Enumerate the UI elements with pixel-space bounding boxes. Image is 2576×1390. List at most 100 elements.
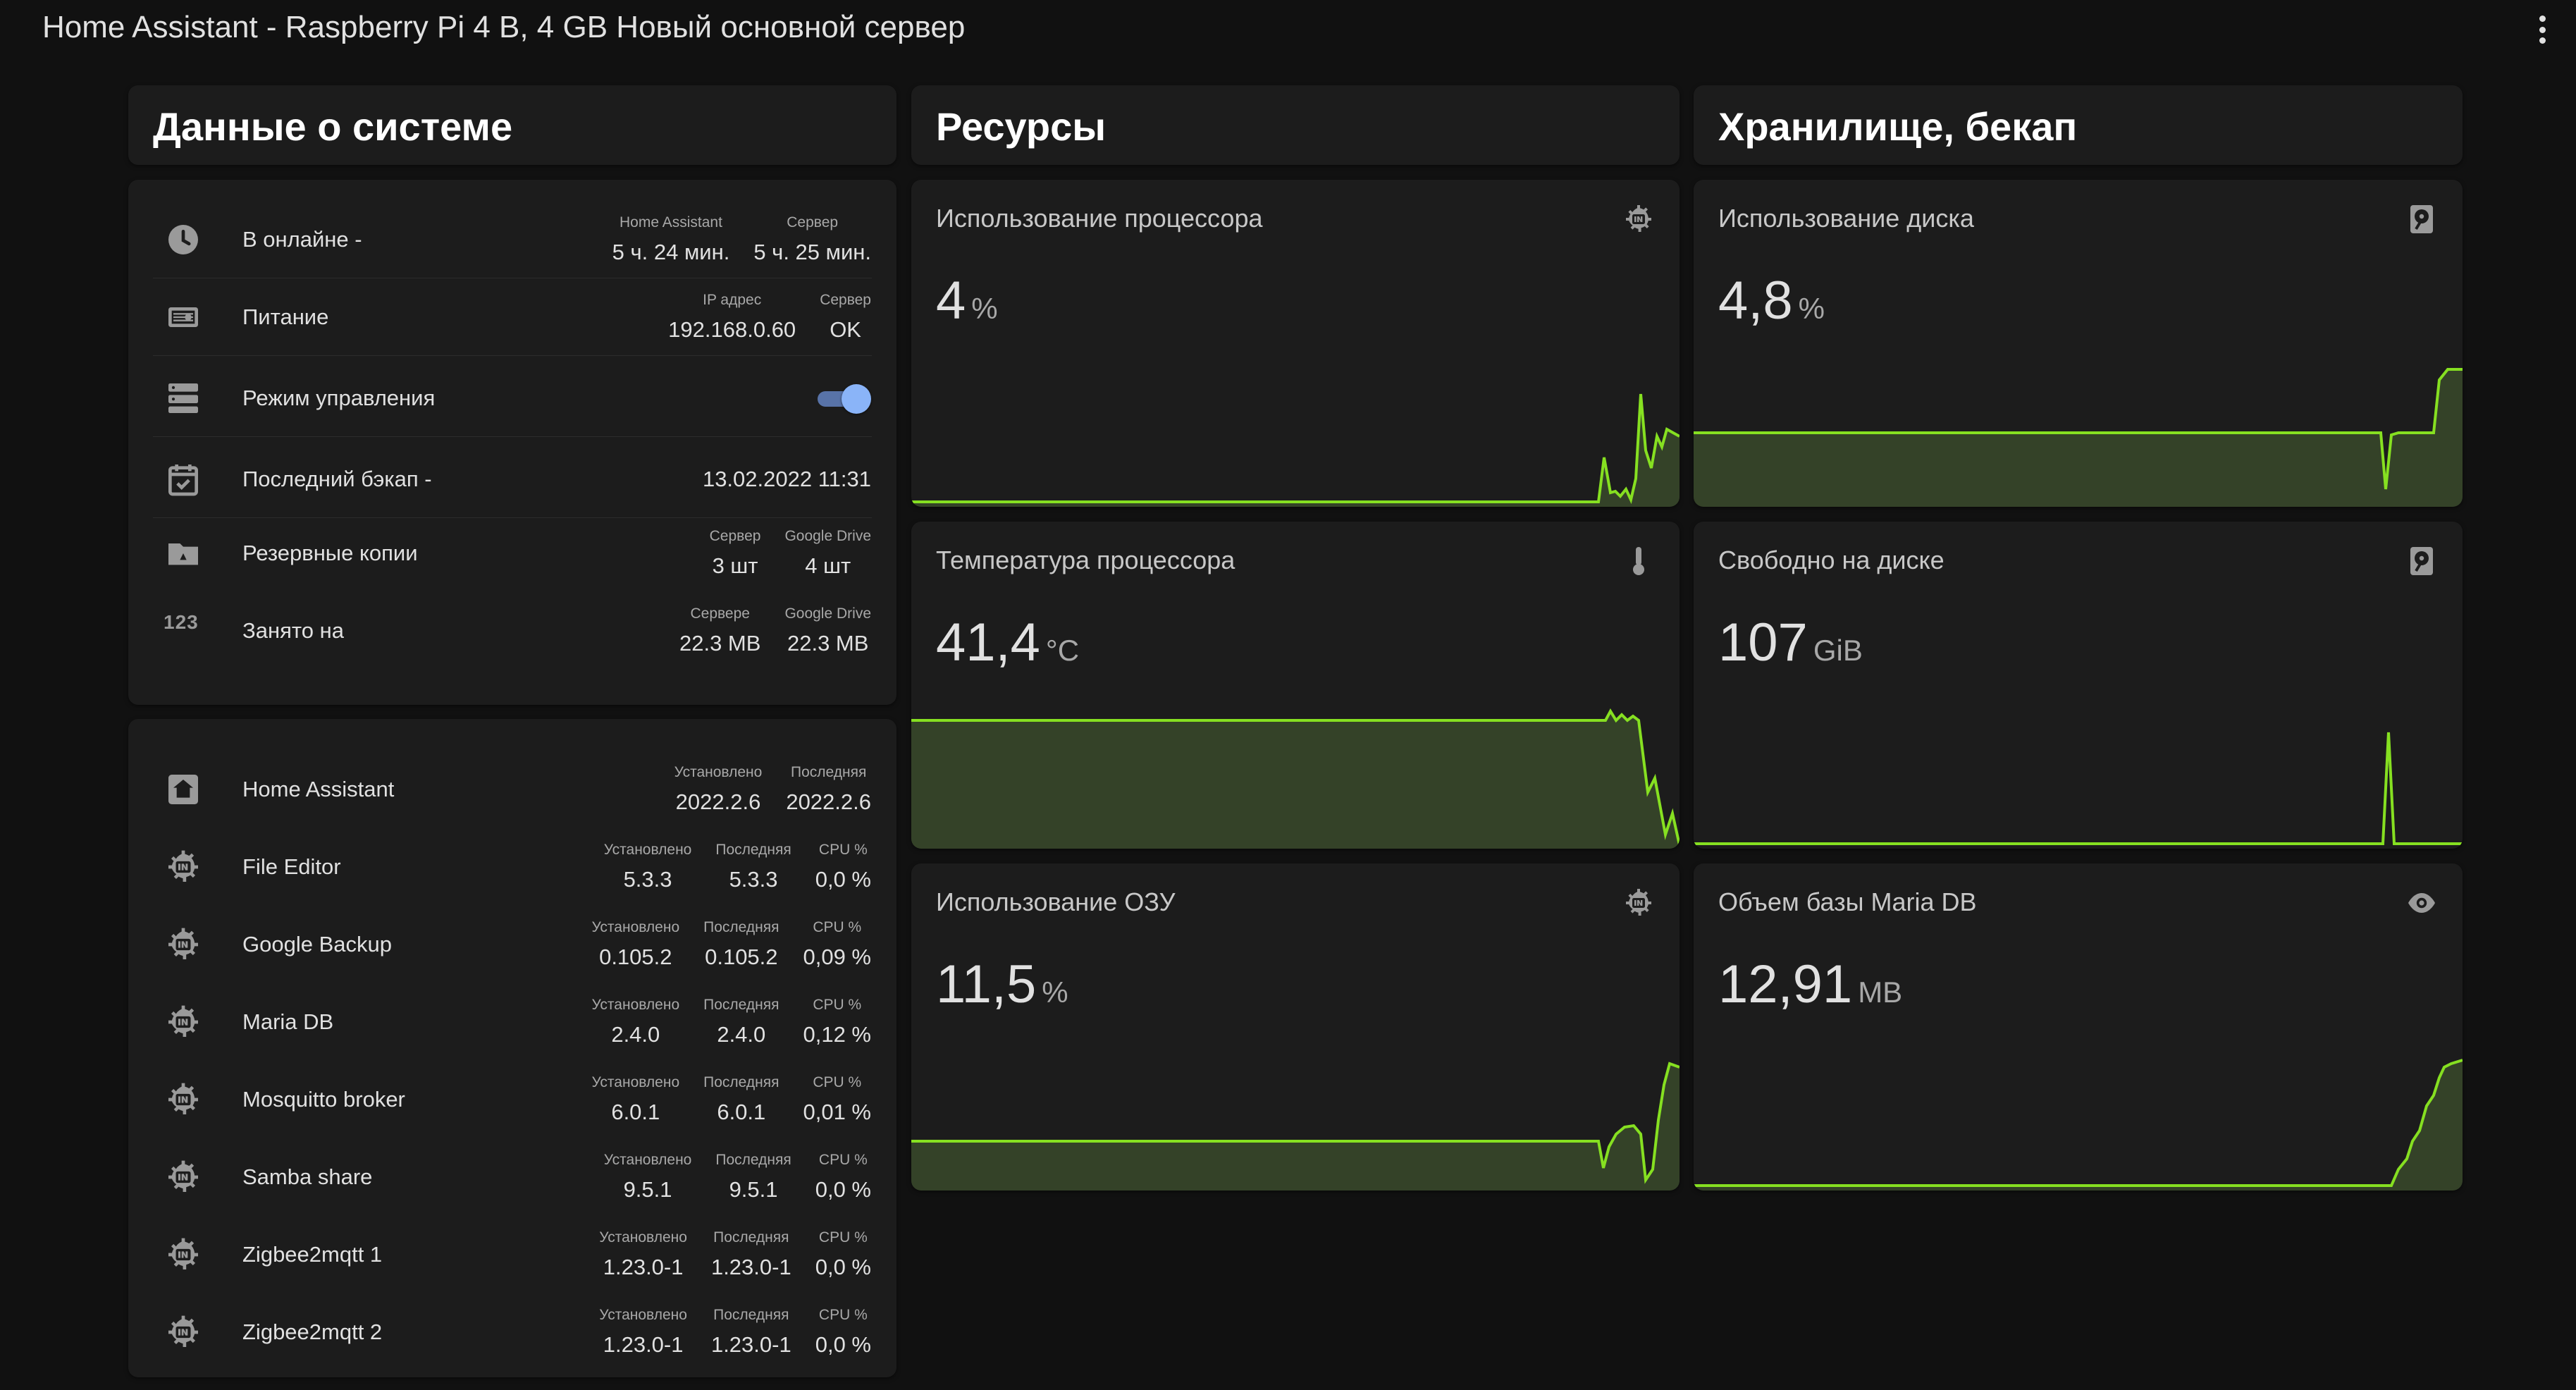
cpu-usage-card[interactable]: Использование процессора 4%: [911, 180, 1680, 507]
thermometer-icon: [1622, 544, 1656, 578]
addon-row[interactable]: Home Assistant Установлено 2022.2.6 После…: [128, 751, 896, 828]
addon-cpu-value: 0,0 %: [815, 1177, 871, 1202]
clock-icon: [164, 220, 203, 259]
addon-row[interactable]: Mosquitto broker Установлено 6.0.1 Послед…: [128, 1061, 896, 1138]
disk-usage-name: Использование диска: [1718, 204, 1974, 233]
addon-installed-header: Установлено: [599, 1307, 687, 1323]
addon-row[interactable]: Samba share Установлено 9.5.1 Последняя 9.…: [128, 1138, 896, 1216]
addon-cpu-header: CPU %: [818, 1152, 868, 1168]
addon-installed-value: 1.23.0-1: [603, 1332, 684, 1357]
folder-drive-icon: [164, 534, 203, 573]
addon-latest-header: Последняя: [703, 1074, 779, 1090]
addon-row[interactable]: Zigbee2mqtt 2 Установлено 1.23.0-1 Послед…: [128, 1293, 896, 1371]
cpu-usage-unit: %: [971, 292, 998, 325]
addon-chip-icon: [164, 1002, 203, 1042]
free-disk-card[interactable]: Свободно на диске 107 GiB: [1694, 522, 2463, 849]
mariadb-size-value: 12,91: [1718, 954, 1853, 1014]
free-disk-value: 107: [1718, 613, 1808, 672]
system-title-card: Данные о системе: [128, 85, 896, 165]
control-mode-label: Режим управления: [242, 386, 436, 410]
last-backup-row[interactable]: Последний бэкап - 13.02.2022 11:31: [128, 441, 896, 518]
power-supply-icon: [164, 297, 203, 337]
system-info-card: В онлайне - Home Assistant 5 ч. 24 мин. С…: [128, 180, 896, 705]
free-disk-name: Свободно на диске: [1718, 546, 1945, 574]
addon-row[interactable]: Zigbee2mqtt 1 Установлено 1.23.0-1 Послед…: [128, 1216, 896, 1293]
addon-cpu-header: CPU %: [818, 1307, 868, 1323]
numeric-icon-text: 123: [164, 611, 199, 633]
mariadb-size-card[interactable]: Объем базы Maria DB 12,91 MB: [1694, 863, 2463, 1191]
resources-title-card: Ресурсы: [911, 85, 1680, 165]
addon-latest-header: Последняя: [715, 842, 791, 858]
addon-cpu-header: CPU %: [813, 1074, 862, 1090]
cpu-temp-card[interactable]: Температура процессора 41,4 °C: [911, 522, 1680, 849]
home-assistant-icon: [164, 770, 203, 809]
cpu-usage-graph: [911, 393, 1680, 507]
top-bar: Home Assistant - Raspberry Pi 4 B, 4 GB …: [0, 0, 2576, 58]
memory-icon: [1622, 886, 1656, 920]
backup-copies-row[interactable]: Резервные копии Сервер 3 шт Google Drive 4…: [128, 515, 896, 592]
addon-latest-value: 2.4.0: [717, 1022, 766, 1047]
addon-cpu-value: 0,12 %: [803, 1022, 871, 1047]
addon-cpu-value: 0,0 %: [815, 1332, 871, 1357]
used-server-value: 22.3 MB: [679, 631, 761, 656]
disk-usage-graph: [1694, 368, 2463, 507]
online-label: В онлайне -: [242, 227, 362, 252]
more-vert-icon[interactable]: [2537, 16, 2548, 44]
harddisk-icon: [2405, 202, 2439, 236]
copies-gdrive-value: 4 шт: [805, 553, 851, 578]
mariadb-size-unit: MB: [1858, 976, 1903, 1009]
power-row[interactable]: Питание IP адрес 192.168.0.60 Сервер OK: [128, 278, 896, 356]
addon-chip-icon: [164, 1080, 203, 1119]
harddisk-icon: [2405, 544, 2439, 578]
addon-row[interactable]: Maria DB Установлено 2.4.0 Последняя 2.4.0…: [128, 983, 896, 1061]
addon-latest-header: Последняя: [790, 764, 867, 780]
storage-title-card: Хранилище, бекап: [1694, 85, 2463, 165]
online-server-value: 5 ч. 25 мин.: [753, 240, 871, 264]
addon-row[interactable]: File Editor Установлено 5.3.3 Последняя 5.…: [128, 828, 896, 906]
free-disk-graph: [1694, 732, 2463, 845]
addon-latest-header: Последняя: [703, 919, 779, 935]
used-server-header: Сервере: [690, 605, 750, 622]
addon-name: Zigbee2mqtt 2: [242, 1320, 383, 1344]
addon-latest-value: 1.23.0-1: [710, 1332, 791, 1357]
mariadb-size-graph: [1694, 1059, 2463, 1191]
addon-cpu-header: CPU %: [818, 1229, 868, 1246]
cpu-chip-icon: [1622, 202, 1656, 236]
mariadb-size-name: Объем базы Maria DB: [1718, 887, 1977, 916]
addon-installed-value: 2022.2.6: [675, 789, 761, 814]
addon-latest-value: 2022.2.6: [786, 789, 871, 814]
ram-usage-unit: %: [1042, 976, 1068, 1009]
addon-chip-icon: [164, 847, 203, 887]
ram-usage-card[interactable]: Использование ОЗУ 11,5%: [911, 863, 1680, 1191]
addon-name: File Editor: [242, 854, 341, 879]
addon-latest-value: 6.0.1: [717, 1100, 766, 1124]
power-server-header: Сервер: [820, 292, 871, 308]
addon-installed-value: 2.4.0: [611, 1022, 660, 1047]
used-space-row[interactable]: 123 Занято на Сервере 22.3 MB Google Driv…: [128, 592, 896, 670]
online-row[interactable]: В онлайне - Home Assistant 5 ч. 24 мин. С…: [128, 201, 896, 278]
addon-chip-icon: [164, 1312, 203, 1352]
addon-installed-value: 0.105.2: [599, 945, 672, 969]
addon-installed-value: 6.0.1: [611, 1100, 660, 1124]
backup-copies-label: Резервные копии: [242, 541, 418, 565]
addon-name: Maria DB: [242, 1009, 334, 1034]
ip-header: IP адрес: [703, 292, 762, 308]
ram-usage-value: 11,5: [936, 954, 1037, 1014]
cpu-temp-unit: °C: [1045, 634, 1080, 667]
last-backup-label: Последний бэкап -: [242, 467, 432, 491]
eye-icon: [2405, 886, 2439, 920]
addon-name: Google Backup: [242, 932, 392, 957]
addon-latest-value: 5.3.3: [729, 867, 778, 892]
storage-title: Хранилище, бекап: [1718, 104, 2078, 149]
addon-latest-header: Последняя: [703, 997, 779, 1013]
addon-row[interactable]: Google Backup Установлено 0.105.2 Последн…: [128, 906, 896, 983]
addon-name: Home Assistant: [242, 777, 395, 801]
addons-card: Home Assistant Установлено 2022.2.6 После…: [128, 719, 896, 1377]
addon-cpu-header: CPU %: [818, 842, 868, 858]
disk-usage-card[interactable]: Использование диска 4,8%: [1694, 180, 2463, 507]
addon-latest-header: Последняя: [713, 1307, 789, 1323]
resources-title: Ресурсы: [936, 104, 1107, 149]
control-mode-toggle[interactable]: [815, 383, 871, 414]
addon-chip-icon: [164, 1157, 203, 1197]
copies-server-header: Сервер: [709, 528, 761, 544]
